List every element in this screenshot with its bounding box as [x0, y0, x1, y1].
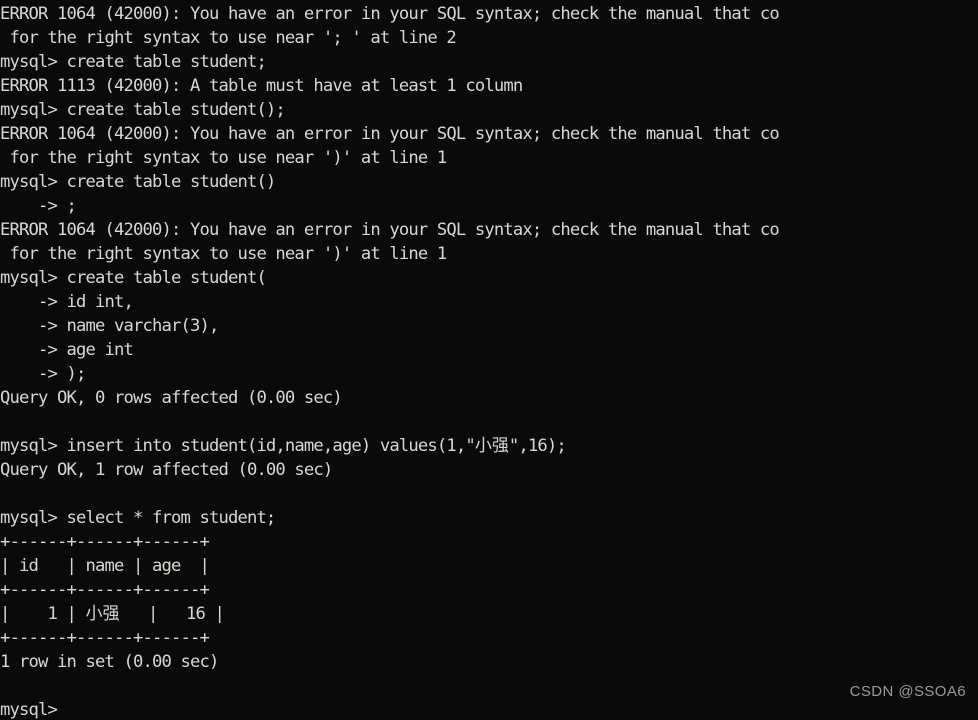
terminal-line: mysql> [0, 700, 58, 720]
terminal-line: mysql> create table student(); [0, 100, 286, 120]
cjk-text: 小强 [85, 604, 120, 624]
terminal-line: +------+------+------+ [0, 532, 210, 552]
terminal-line: ERROR 1064 (42000): You have an error in… [0, 124, 780, 144]
cjk-text: 小强 [474, 436, 509, 456]
terminal-line: | id | name | age | [0, 556, 210, 576]
terminal-line: +------+------+------+ [0, 580, 210, 600]
terminal-line: for the right syntax to use near '; ' at… [0, 28, 456, 48]
terminal-line: mysql> select * from student; [0, 508, 276, 528]
terminal-line: mysql> create table student; [0, 52, 267, 72]
terminal-line: -> id int, [0, 292, 134, 312]
terminal-line: mysql> create table student() [0, 172, 276, 192]
csdn-watermark: CSDN @SSOA6 [849, 683, 966, 700]
terminal-line: -> ); [0, 364, 86, 384]
terminal-line: -> age int [0, 340, 134, 360]
terminal-line: +------+------+------+ [0, 628, 210, 648]
terminal-line: for the right syntax to use near ')' at … [0, 244, 447, 264]
terminal-line: 1 row in set (0.00 sec) [0, 652, 219, 672]
terminal-line: ERROR 1113 (42000): A table must have at… [0, 76, 523, 96]
terminal-line: mysql> insert into student(id,name,age) … [0, 436, 567, 456]
terminal-line: | 1 | 小强 | 16 | [0, 604, 225, 624]
terminal-line: ERROR 1064 (42000): You have an error in… [0, 4, 780, 24]
terminal-line: Query OK, 1 row affected (0.00 sec) [0, 460, 333, 480]
terminal-window[interactable]: ERROR 1064 (42000): You have an error in… [0, 0, 978, 720]
console-output: ERROR 1064 (42000): You have an error in… [0, 2, 780, 720]
terminal-line: -> name varchar(3), [0, 316, 219, 336]
terminal-line: Query OK, 0 rows affected (0.00 sec) [0, 388, 343, 408]
terminal-line: for the right syntax to use near ')' at … [0, 148, 447, 168]
terminal-line: -> ; [0, 196, 77, 216]
terminal-line: mysql> create table student( [0, 268, 267, 288]
terminal-line: ERROR 1064 (42000): You have an error in… [0, 220, 780, 240]
